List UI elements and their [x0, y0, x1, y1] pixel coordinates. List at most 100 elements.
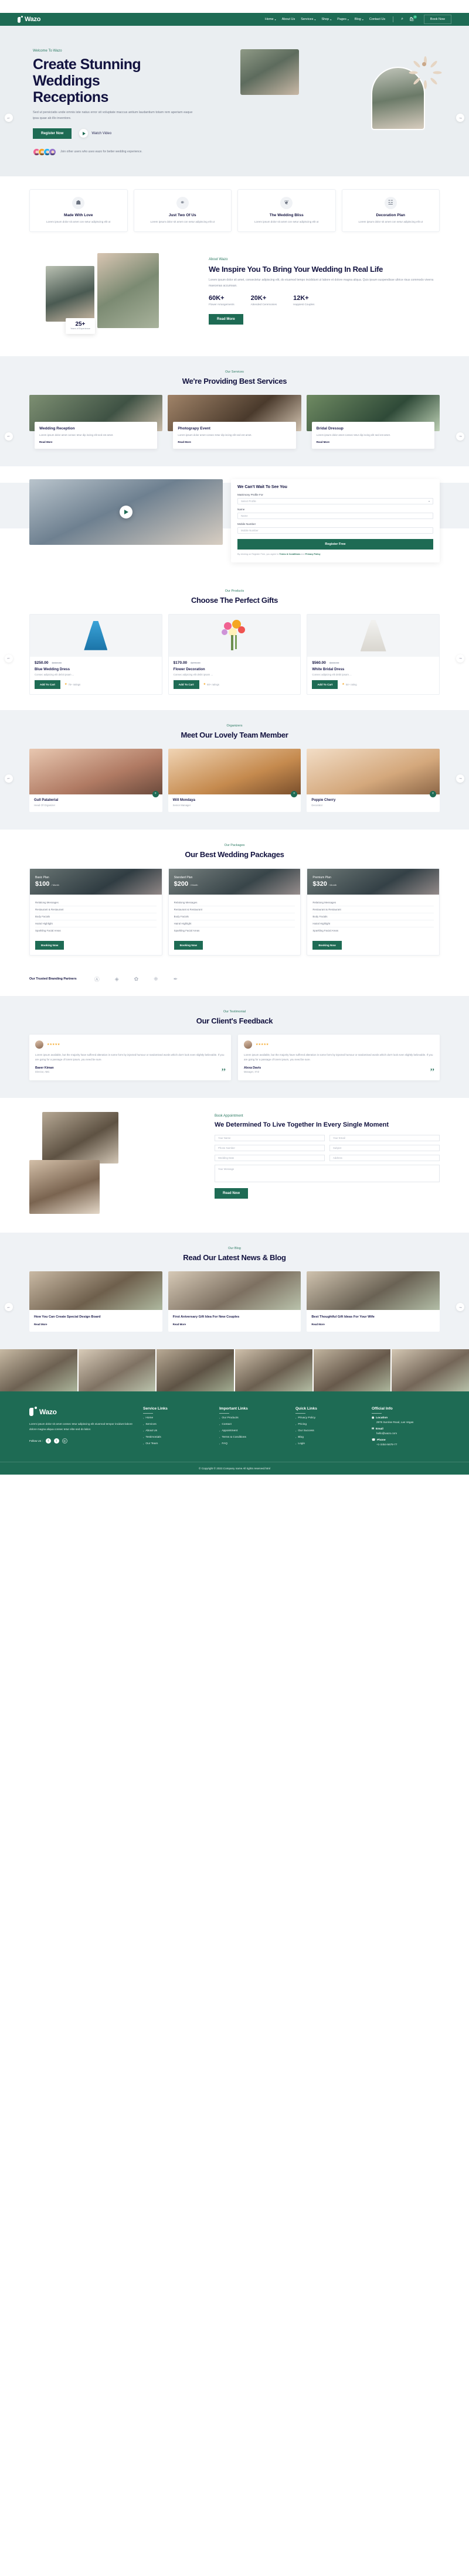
- instagram-icon[interactable]: ◎: [62, 1438, 67, 1444]
- package-card[interactable]: Premium Plan $320 / Month Relationg Mess…: [307, 868, 440, 956]
- service-read-more[interactable]: Read More: [39, 441, 152, 443]
- footer-link[interactable]: › Privacy Policy: [295, 1417, 363, 1420]
- footer-link[interactable]: › Home: [143, 1417, 211, 1420]
- team-card[interactable]: + Gull Patalwrial Head Of Organizer: [29, 748, 162, 812]
- info-value[interactable]: +1-3454-5678-77: [376, 1443, 440, 1446]
- service-card[interactable]: Bridal Dressup Lorem ipsum dolor amet co…: [306, 394, 440, 449]
- appointment-submit-button[interactable]: Read Now: [215, 1188, 249, 1199]
- appointment-date-input[interactable]: Wedding Date: [215, 1154, 325, 1161]
- footer-link[interactable]: › About Us: [143, 1429, 211, 1432]
- product-card[interactable]: $250.00 $350.00 Blue Wedding Dress Conse…: [29, 613, 162, 695]
- gallery-image[interactable]: [78, 1349, 156, 1392]
- appointment-email-input[interactable]: Your Email: [329, 1134, 440, 1141]
- gallery-image[interactable]: [235, 1349, 312, 1392]
- play-icon[interactable]: [120, 506, 132, 519]
- booking-now-button[interactable]: Booking Now: [174, 940, 203, 950]
- gallery-image[interactable]: [0, 1349, 77, 1392]
- products-next-arrow[interactable]: →: [456, 654, 464, 663]
- nav-item-services[interactable]: Services ▾: [301, 18, 315, 21]
- team-next-arrow[interactable]: →: [456, 774, 464, 783]
- appointment-name-input[interactable]: Your Name: [215, 1134, 325, 1141]
- blog-card[interactable]: First Aniversary Gift Idea For New Coupl…: [168, 1271, 301, 1332]
- footer-link[interactable]: › Our Products: [219, 1417, 287, 1420]
- nav-item-shop[interactable]: Shop ▾: [321, 18, 331, 21]
- twitter-icon[interactable]: t: [53, 1438, 59, 1444]
- footer-link[interactable]: › Login: [295, 1442, 363, 1445]
- about-read-more-button[interactable]: Read More: [209, 314, 243, 325]
- package-card[interactable]: Standard Plan $200 / Month Relationg Mes…: [168, 868, 301, 956]
- footer-link[interactable]: › Appointment: [219, 1429, 287, 1432]
- footer-logo[interactable]: Wazo: [29, 1407, 135, 1417]
- profile-select[interactable]: Select Profile ▾: [237, 498, 433, 505]
- add-to-cart-button[interactable]: Add To Cart: [312, 680, 338, 689]
- footer-link[interactable]: › Contact: [219, 1423, 287, 1426]
- product-card[interactable]: $560.00 $660.00 White Bridal Dress Conse…: [307, 613, 440, 695]
- team-card[interactable]: + Will Mondaya Senior Manager: [168, 748, 301, 812]
- gallery-image[interactable]: [157, 1349, 235, 1392]
- privacy-link[interactable]: Privacy Policy: [305, 553, 321, 555]
- footer-link[interactable]: › Blog: [295, 1436, 363, 1439]
- appointment-address-input[interactable]: Address: [329, 1154, 440, 1161]
- footer-link[interactable]: › FAQ: [219, 1442, 287, 1445]
- blog-read-more[interactable]: Read More: [311, 1323, 435, 1326]
- appointment-phone-input[interactable]: Phone Number: [215, 1144, 325, 1151]
- service-card[interactable]: Photograpy Event Lorem ipsum dolor amet …: [168, 394, 301, 449]
- footer-link[interactable]: › Testimonials: [143, 1436, 211, 1439]
- booking-now-button[interactable]: Booking Now: [35, 940, 64, 950]
- nav-item-blog[interactable]: Blog ▾: [355, 18, 363, 21]
- add-to-cart-button[interactable]: Add To Cart: [35, 680, 60, 689]
- service-read-more[interactable]: Read More: [317, 441, 430, 443]
- blog-prev-arrow[interactable]: ←: [5, 1303, 13, 1312]
- brand-logo[interactable]: Wazo: [18, 16, 40, 23]
- blog-read-more[interactable]: Read More: [173, 1323, 297, 1326]
- services-prev-arrow[interactable]: ←: [5, 432, 13, 441]
- service-card[interactable]: Wedding Reception Lorem ipsum dolor amet…: [29, 394, 163, 449]
- blog-read-more[interactable]: Read More: [34, 1323, 158, 1326]
- register-now-button[interactable]: Register Now: [33, 128, 72, 139]
- products-prev-arrow[interactable]: ←: [5, 654, 13, 663]
- booking-now-button[interactable]: Booking Now: [312, 940, 342, 950]
- cart-icon[interactable]: 🛍 10: [409, 15, 417, 22]
- nav-item-home[interactable]: Home ▾: [265, 18, 276, 21]
- feature-card[interactable]: ☳ Decoration Plan Lorem ipsum dolor sit …: [341, 189, 440, 232]
- footer-link[interactable]: › Our Team: [143, 1442, 211, 1445]
- gallery-image[interactable]: [313, 1349, 391, 1392]
- mobile-input[interactable]: Mobile Number: [237, 527, 433, 534]
- feature-card[interactable]: ☗ Made With Love Lorem ipsum dolor sit a…: [29, 189, 128, 232]
- footer-link[interactable]: › Terms & Conditions: [219, 1436, 287, 1439]
- feature-card[interactable]: ⚭ Just Two Of Us Lorem ipsum dolor sit a…: [133, 189, 232, 232]
- blog-card[interactable]: How You Can Create Special Design Board …: [29, 1271, 162, 1332]
- add-to-cart-button[interactable]: Add To Cart: [173, 680, 199, 689]
- feature-card[interactable]: ❦ The Wedding Bliss Lorem ipsum dolor si…: [237, 189, 336, 232]
- booking-video-thumb[interactable]: [29, 479, 223, 545]
- services-next-arrow[interactable]: →: [456, 432, 464, 441]
- team-card[interactable]: + Poppie Cherry Decorator: [307, 748, 440, 812]
- blog-card[interactable]: Best Thoughtful Gift Ideas For Your Wife…: [307, 1271, 440, 1332]
- footer-link[interactable]: › Pricing: [295, 1423, 363, 1426]
- appointment-message-textarea[interactable]: Your Message: [215, 1164, 440, 1182]
- footer-link[interactable]: › Services: [143, 1423, 211, 1426]
- service-read-more[interactable]: Read More: [178, 441, 291, 443]
- book-now-button[interactable]: Book Now: [423, 15, 451, 24]
- appointment-subject-input[interactable]: Subject: [329, 1144, 440, 1151]
- terms-link[interactable]: Terms & Conditions: [280, 553, 301, 555]
- info-value[interactable]: hello@wazo.com: [376, 1432, 440, 1435]
- package-card[interactable]: Basic Plan $100 / Month Relationg Messag…: [29, 868, 162, 956]
- blog-next-arrow[interactable]: →: [456, 1303, 464, 1312]
- team-prev-arrow[interactable]: ←: [5, 774, 13, 783]
- search-icon[interactable]: ⌕: [401, 17, 403, 22]
- product-card[interactable]: $170.00 $270.00 Flower Decoration Consec…: [168, 613, 301, 695]
- register-free-button[interactable]: Register Free: [237, 539, 433, 550]
- hero-next-arrow[interactable]: →: [456, 114, 464, 122]
- nav-item-pages[interactable]: Pages ▾: [337, 18, 349, 21]
- watch-video-button[interactable]: Watch Video: [79, 129, 111, 138]
- hero-prev-arrow[interactable]: ←: [5, 114, 13, 122]
- share-icon[interactable]: +: [152, 790, 159, 797]
- gallery-image[interactable]: [392, 1349, 469, 1392]
- facebook-icon[interactable]: f: [45, 1438, 51, 1444]
- nav-item-contact[interactable]: Contact Us: [369, 18, 385, 21]
- name-input[interactable]: Name: [237, 513, 433, 520]
- nav-item-about[interactable]: About Us: [282, 18, 295, 21]
- share-icon[interactable]: +: [430, 790, 437, 797]
- footer-link[interactable]: › Our Success: [295, 1429, 363, 1432]
